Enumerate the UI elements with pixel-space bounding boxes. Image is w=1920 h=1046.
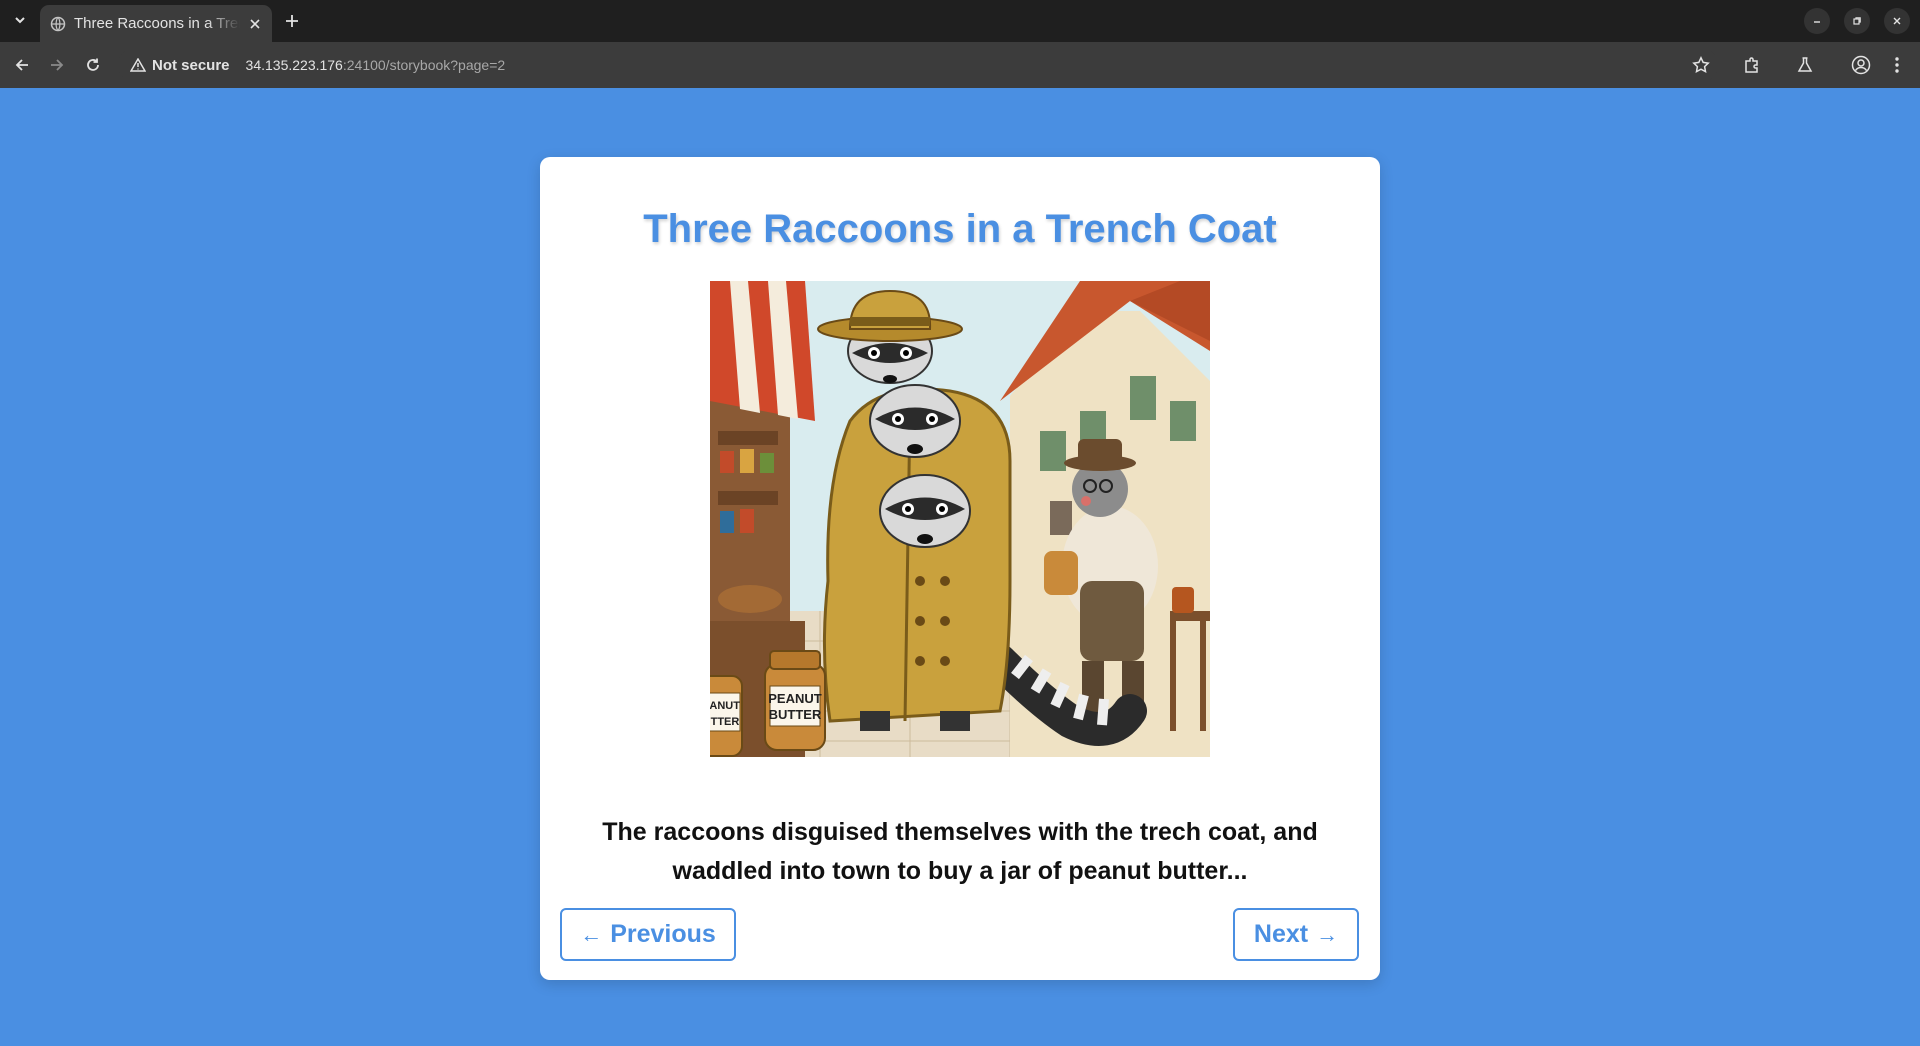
story-title: Three Raccoons in a Trench Coat — [643, 207, 1277, 251]
labs-flask-icon[interactable] — [1793, 53, 1817, 77]
close-window-icon[interactable] — [1884, 8, 1910, 34]
next-button-label: Next — [1253, 920, 1309, 948]
previous-page-button[interactable]: ← Previous — [560, 908, 736, 961]
url-path: :24100/storybook?page=2 — [342, 57, 506, 73]
tab-search-chevron-icon[interactable] — [8, 8, 32, 32]
tab-close-icon[interactable] — [246, 15, 264, 33]
security-label: Not secure — [152, 56, 230, 74]
address-bar[interactable]: Not secure 34.135.223.176:24100/storyboo… — [118, 47, 1718, 83]
minimize-window-icon[interactable] — [1804, 8, 1830, 34]
story-illustration: PEANUT BUTTER EANUT UTTER — [710, 281, 1210, 757]
bookmark-star-icon[interactable] — [1689, 53, 1713, 77]
left-arrow-icon: ← — [580, 921, 603, 947]
jar-label-line-2: BUTTER — [769, 707, 822, 722]
browser-tab-strip: Three Raccoons in a Trench Coat — [0, 0, 1920, 42]
url-text[interactable]: 34.135.223.176:24100/storybook?page=2 — [246, 57, 506, 73]
jar-label-line-1: PEANUT — [768, 691, 822, 706]
more-menu-icon[interactable] — [1885, 53, 1909, 77]
jar2-label-line-1: EANUT — [710, 700, 740, 712]
extensions-puzzle-icon[interactable] — [1740, 53, 1764, 77]
globe-icon — [50, 16, 66, 32]
security-indicator[interactable]: Not secure — [130, 57, 230, 74]
story-text: The raccoons disguised themselves with t… — [602, 818, 1318, 885]
reload-icon[interactable] — [81, 53, 105, 77]
back-arrow-icon[interactable] — [10, 53, 34, 77]
warning-triangle-icon — [130, 58, 146, 72]
jar2-label-line-2: UTTER — [710, 716, 739, 728]
storybook-card: Three Raccoons in a Trench Coat PEANUT B… — [540, 157, 1380, 980]
url-host: 34.135.223.176 — [245, 57, 343, 73]
new-tab-plus-icon[interactable] — [280, 9, 304, 33]
tab-title: Three Raccoons in a Trench Coat — [74, 15, 240, 32]
forward-arrow-icon[interactable] — [45, 53, 69, 77]
browser-tab-active[interactable]: Three Raccoons in a Trench Coat — [40, 5, 272, 42]
previous-button-label: Previous — [610, 920, 716, 948]
profile-avatar-icon[interactable] — [1849, 53, 1873, 77]
browser-toolbar: Not secure 34.135.223.176:24100/storyboo… — [0, 42, 1920, 88]
restore-window-icon[interactable] — [1844, 8, 1870, 34]
next-page-button[interactable]: Next → — [1233, 908, 1359, 961]
right-arrow-icon: → — [1316, 921, 1339, 947]
